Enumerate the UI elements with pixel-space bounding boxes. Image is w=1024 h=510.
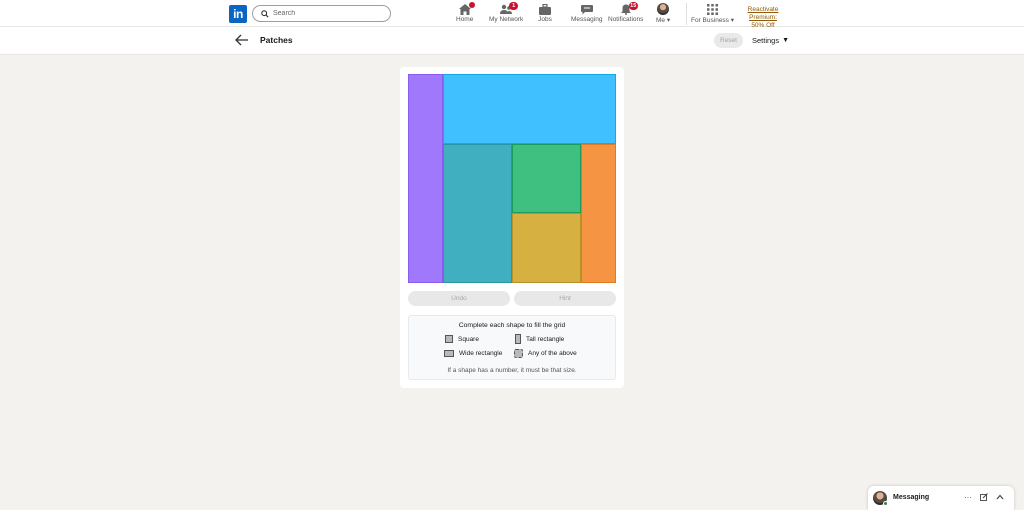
nav-home-label: Home [456,16,474,23]
nav-me-label: Me ▾ [656,17,671,24]
nav-notifications[interactable]: 15 Notifications [608,2,644,25]
nav-divider [686,3,687,25]
game-header: Patches Reset Settings ▼ [0,27,1024,55]
settings-label: Settings [752,36,780,45]
caret-down-icon: ▼ [782,37,790,44]
nav-network-label: My Network [489,16,524,23]
legend-wide-label: Wide rectangle [459,350,503,357]
bell-icon: 15 [619,2,638,15]
search-icon [261,9,269,18]
legend-title: Complete each shape to fill the grid [458,322,566,329]
nav-for-business[interactable]: For Business ▾ [691,3,734,25]
linkedin-logo[interactable]: in [229,5,247,23]
game-controls: Undo Hint [408,291,616,306]
top-nav: in Home 1 My Network Jobs Messaging 1 [0,0,1024,29]
page-title: Patches [260,35,293,45]
messaging-widget[interactable]: Messaging ··· [868,486,1014,510]
undo-button[interactable]: Undo [408,291,510,306]
puzzle-board[interactable] [408,74,616,283]
square-shape-icon [445,335,453,343]
search-input[interactable] [273,10,383,17]
wide-rectangle-icon [444,350,454,357]
legend-square-label: Square [458,335,479,343]
nav-notifications-label: Notifications [608,16,644,23]
legend-square: Square [445,335,479,343]
region-purple[interactable] [408,74,443,283]
tall-rectangle-icon [515,334,521,344]
legend-any-label: Any of the above [528,350,577,357]
nav-my-network[interactable]: 1 My Network [489,2,524,25]
region-green[interactable] [512,144,581,213]
legend-note: If a shape has a number, it must be that… [447,367,577,374]
more-options-icon[interactable]: ··· [963,493,973,503]
nav-me[interactable]: Me ▾ [656,3,670,25]
reset-button[interactable]: Reset [714,33,743,48]
region-sky[interactable] [443,74,616,144]
chat-icon [580,3,594,15]
legend-any: Any of the above [514,349,577,358]
region-orange[interactable] [581,144,616,283]
avatar [657,3,670,15]
legend-tall-label: Tall rectangle [526,335,565,343]
game-card: Undo Hint Complete each shape to fill th… [400,67,624,388]
online-status-dot [883,501,888,506]
search-box[interactable] [252,5,391,22]
briefcase-icon [538,3,552,15]
nav-home[interactable]: Home [456,2,475,25]
nav-business-label: For Business ▾ [691,17,735,24]
back-arrow-icon[interactable] [235,33,251,47]
rules-legend: Complete each shape to fill the grid Squ… [408,315,616,380]
home-icon [458,2,475,15]
nav-jobs[interactable]: Jobs [538,3,552,25]
region-gold[interactable] [512,213,581,283]
hint-button[interactable]: Hint [514,291,616,306]
notification-dot [468,2,475,8]
any-shape-icon [514,349,523,358]
region-teal[interactable] [443,144,512,283]
chevron-down-icon: ▾ [730,17,735,24]
network-icon: 1 [499,2,519,15]
notifications-badge: 15 [628,2,638,10]
grid-icon [706,3,720,15]
chevron-down-icon: ▾ [666,17,671,24]
nav-jobs-label: Jobs [538,16,552,23]
messaging-label: Messaging [893,494,930,501]
settings-button[interactable]: Settings ▼ [752,36,789,45]
compose-icon[interactable] [979,493,989,503]
nav-messaging[interactable]: Messaging [571,3,602,25]
network-badge: 1 [509,2,519,10]
premium-line-1: Reactivate Premium: [747,6,779,21]
legend-wide: Wide rectangle [444,350,502,357]
nav-messaging-label: Messaging [571,16,603,23]
chevron-up-icon[interactable] [995,493,1005,503]
legend-tall: Tall rectangle [515,334,564,344]
